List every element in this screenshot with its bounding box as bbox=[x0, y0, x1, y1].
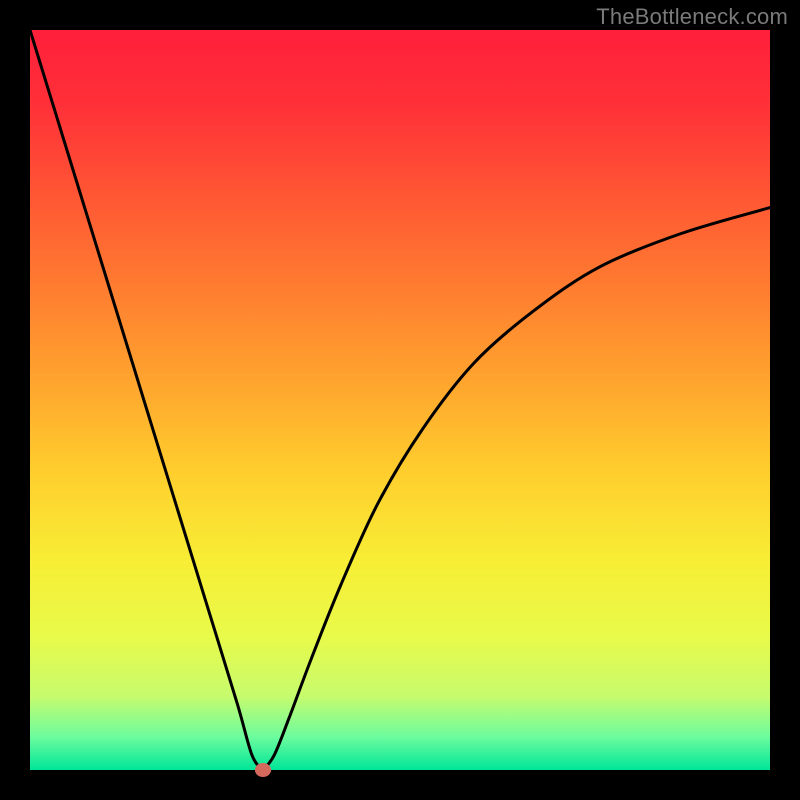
chart-frame: TheBottleneck.com bbox=[0, 0, 800, 800]
minimum-marker bbox=[255, 763, 271, 777]
plot-area bbox=[30, 30, 770, 770]
plot-svg bbox=[30, 30, 770, 770]
watermark-label: TheBottleneck.com bbox=[596, 4, 788, 30]
gradient-background bbox=[30, 30, 770, 770]
